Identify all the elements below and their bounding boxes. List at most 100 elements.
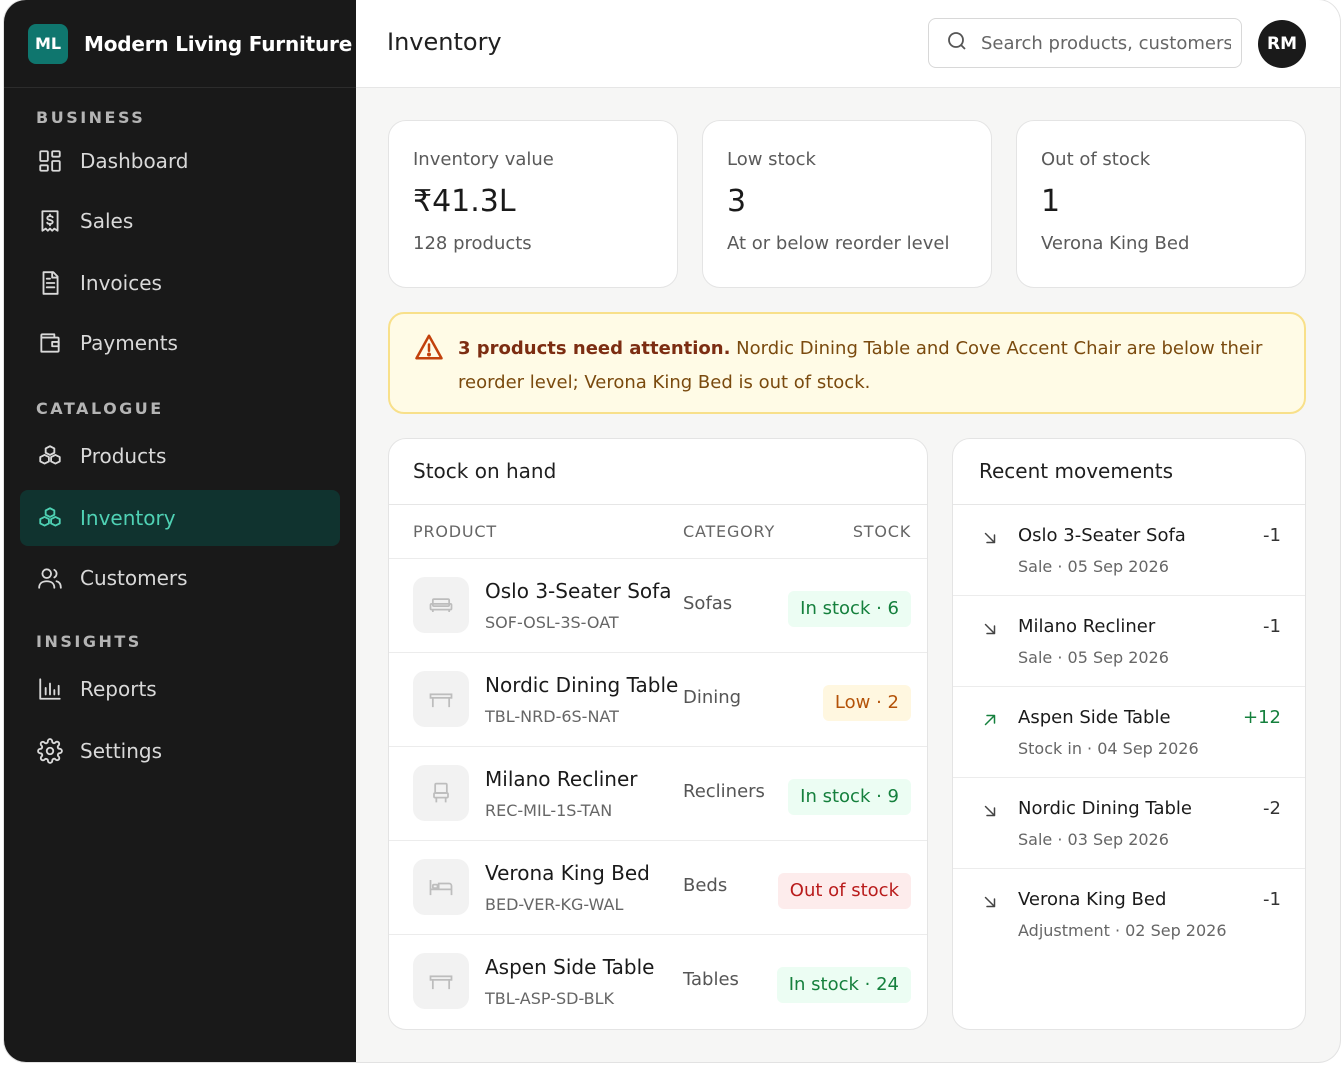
stock-on-hand-panel: Stock on hand PRODUCT CATEGORY STOCK Osl…	[388, 438, 928, 1030]
product-sku: REC-MIL-1S-TAN	[485, 801, 613, 820]
table-icon	[413, 671, 469, 727]
brand-name: Modern Living Furniture	[84, 31, 353, 56]
table-row[interactable]: Verona King Bed BED-VER-KG-WAL Beds Out …	[389, 841, 927, 935]
movement-qty: -1	[1263, 525, 1281, 546]
product-name: Verona King Bed	[485, 861, 650, 885]
warning-icon	[414, 332, 444, 362]
brand[interactable]: ML Modern Living Furniture	[4, 0, 356, 88]
sidebar-item-settings[interactable]: Settings	[20, 723, 340, 779]
movement-product: Nordic Dining Table	[1018, 798, 1192, 819]
product-sku: TBL-ASP-SD-BLK	[485, 989, 615, 1008]
movement-qty: +12	[1243, 707, 1281, 728]
product-sku: BED-VER-KG-WAL	[485, 895, 624, 914]
product-category: Beds	[683, 875, 728, 896]
column-header-product: PRODUCT	[413, 522, 497, 541]
arrow-up-right-icon	[981, 711, 999, 729]
chair-icon	[413, 765, 469, 821]
stat-label: Inventory value	[413, 149, 554, 170]
table-header: PRODUCT CATEGORY STOCK	[389, 505, 927, 559]
stock-badge: In stock · 6	[788, 591, 911, 627]
list-item[interactable]: Nordic Dining Table Sale · 03 Sep 2026 -…	[953, 778, 1305, 869]
movement-product: Milano Recliner	[1018, 616, 1156, 637]
stat-subtext: 128 products	[413, 233, 532, 254]
movement-meta: Sale · 05 Sep 2026	[1018, 648, 1169, 667]
stat-value: ₹41.3L	[413, 184, 516, 219]
sidebar-item-dashboard[interactable]: Dashboard	[20, 133, 340, 189]
table-row[interactable]: Aspen Side Table TBL-ASP-SD-BLK Tables I…	[389, 935, 927, 1029]
gear-icon	[36, 737, 64, 765]
product-category: Dining	[683, 687, 742, 708]
list-item[interactable]: Aspen Side Table Stock in · 04 Sep 2026 …	[953, 687, 1305, 778]
arrow-down-right-icon	[981, 893, 999, 911]
stock-badge: Low · 2	[822, 685, 911, 721]
stat-label: Low stock	[727, 149, 816, 170]
sidebar-item-label: Invoices	[80, 271, 162, 295]
table-row[interactable]: Milano Recliner REC-MIL-1S-TAN Recliners…	[389, 747, 927, 841]
sofa-icon	[413, 577, 469, 633]
column-header-stock: STOCK	[852, 522, 911, 541]
sidebar-item-reports[interactable]: Reports	[20, 661, 340, 717]
sidebar-item-label: Reports	[80, 677, 157, 701]
users-icon	[36, 564, 64, 592]
sidebar-item-label: Customers	[80, 566, 188, 590]
sidebar-item-payments[interactable]: Payments	[20, 315, 340, 371]
table-row[interactable]: Oslo 3-Seater Sofa SOF-OSL-3S-OAT Sofas …	[389, 559, 927, 653]
movement-meta: Sale · 03 Sep 2026	[1018, 830, 1169, 849]
stat-card-inventory-value: Inventory value ₹41.3L 128 products	[388, 120, 678, 288]
panel-title: Recent movements	[979, 459, 1174, 483]
product-category: Tables	[683, 969, 739, 990]
sidebar-item-sales[interactable]: Sales	[20, 193, 340, 249]
document-icon	[36, 269, 64, 297]
arrow-down-right-icon	[981, 802, 999, 820]
product-category: Sofas	[683, 593, 733, 614]
search-input[interactable]	[981, 32, 1231, 54]
brand-logo: ML	[28, 23, 68, 64]
search-icon	[945, 29, 969, 57]
stat-subtext: At or below reorder level	[727, 233, 950, 254]
column-header-category: CATEGORY	[683, 522, 776, 541]
movement-qty: -1	[1263, 889, 1281, 910]
sidebar-item-label: Dashboard	[80, 149, 189, 173]
stock-badge: In stock · 9	[788, 779, 911, 815]
product-category: Recliners	[683, 781, 765, 802]
movement-meta: Adjustment · 02 Sep 2026	[1018, 921, 1227, 940]
sidebar-item-products[interactable]: Products	[20, 428, 340, 484]
stat-card-out-of-stock: Out of stock 1 Verona King Bed	[1016, 120, 1306, 288]
sidebar-item-label: Payments	[80, 331, 178, 355]
table-icon	[413, 953, 469, 1009]
stock-badge: Out of stock	[777, 873, 911, 909]
stat-subtext: Verona King Bed	[1041, 233, 1190, 254]
sidebar: ML Modern Living Furniture BUSINESS Dash…	[4, 0, 356, 1062]
sidebar-item-invoices[interactable]: Invoices	[20, 255, 340, 311]
sidebar-item-label: Products	[80, 444, 167, 468]
avatar[interactable]: RM	[1258, 20, 1306, 68]
boxes-icon	[36, 442, 64, 470]
section-label-catalogue: CATALOGUE	[36, 399, 164, 418]
movement-qty: -2	[1263, 798, 1281, 819]
sidebar-item-inventory[interactable]: Inventory	[20, 490, 340, 546]
sidebar-item-customers[interactable]: Customers	[20, 550, 340, 606]
table-row[interactable]: Nordic Dining Table TBL-NRD-6S-NAT Dinin…	[389, 653, 927, 747]
stat-card-low-stock: Low stock 3 At or below reorder level	[702, 120, 992, 288]
stock-badge: In stock · 24	[776, 967, 911, 1003]
bar-chart-icon	[36, 675, 64, 703]
movement-product: Aspen Side Table	[1018, 707, 1171, 728]
list-item[interactable]: Oslo 3-Seater Sofa Sale · 05 Sep 2026 -1	[953, 505, 1305, 596]
product-sku: SOF-OSL-3S-OAT	[485, 613, 619, 632]
product-name: Milano Recliner	[485, 767, 638, 791]
attention-alert: 3 products need attention. Nordic Dining…	[388, 312, 1306, 414]
list-item[interactable]: Milano Recliner Sale · 05 Sep 2026 -1	[953, 596, 1305, 687]
section-label-business: BUSINESS	[36, 108, 146, 127]
movement-product: Verona King Bed	[1018, 889, 1167, 910]
wallet-icon	[36, 329, 64, 357]
search-box[interactable]	[928, 18, 1242, 68]
arrow-down-right-icon	[981, 620, 999, 638]
recent-movements-panel: Recent movements Oslo 3-Seater Sofa Sale…	[952, 438, 1306, 1030]
product-name: Aspen Side Table	[485, 955, 655, 979]
arrow-down-right-icon	[981, 529, 999, 547]
list-item[interactable]: Verona King Bed Adjustment · 02 Sep 2026…	[953, 869, 1305, 960]
movement-meta: Stock in · 04 Sep 2026	[1018, 739, 1199, 758]
sidebar-item-label: Sales	[80, 209, 134, 233]
bed-icon	[413, 859, 469, 915]
stat-value: 3	[727, 184, 747, 219]
